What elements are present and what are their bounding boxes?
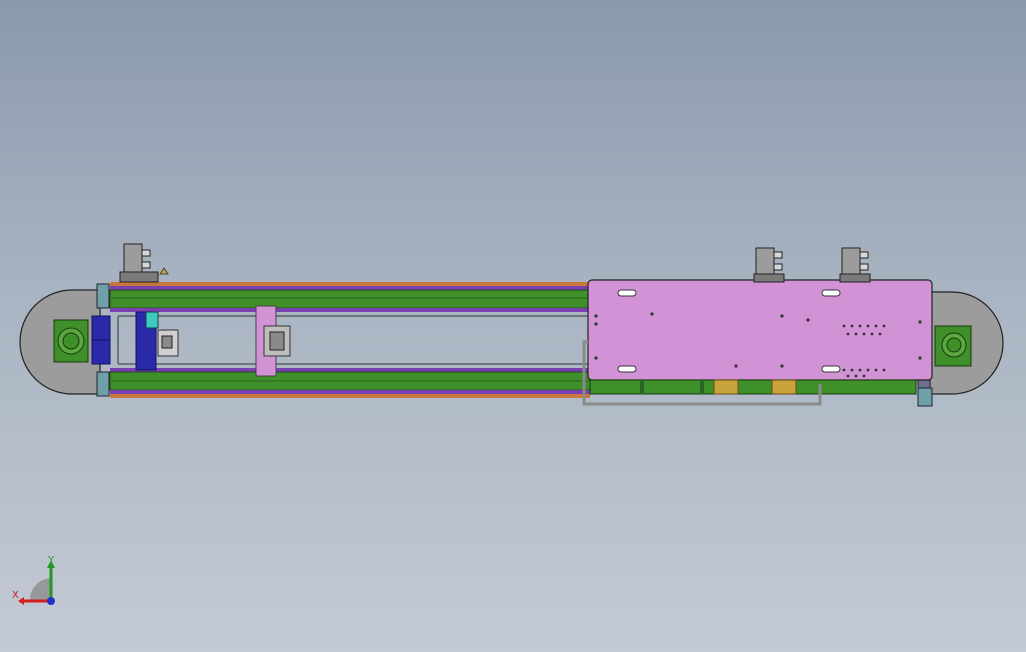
cad-viewport[interactable]	[0, 0, 1026, 652]
pink-carriage[interactable]	[587, 279, 933, 381]
carriage-base-strip[interactable]	[589, 379, 917, 395]
upper-rail[interactable]	[109, 282, 591, 312]
inner-frame	[117, 315, 590, 365]
left-pulley-assembly[interactable]	[19, 283, 111, 397]
bracket-right-top-2[interactable]	[839, 247, 871, 283]
triad-z-axis	[47, 597, 55, 605]
lower-rail[interactable]	[109, 368, 591, 398]
coordinate-triad	[18, 560, 55, 605]
belt-drive-motor[interactable]	[135, 311, 179, 371]
bracket-right-top-1[interactable]	[753, 247, 785, 283]
bracket-left-top[interactable]	[119, 243, 169, 283]
